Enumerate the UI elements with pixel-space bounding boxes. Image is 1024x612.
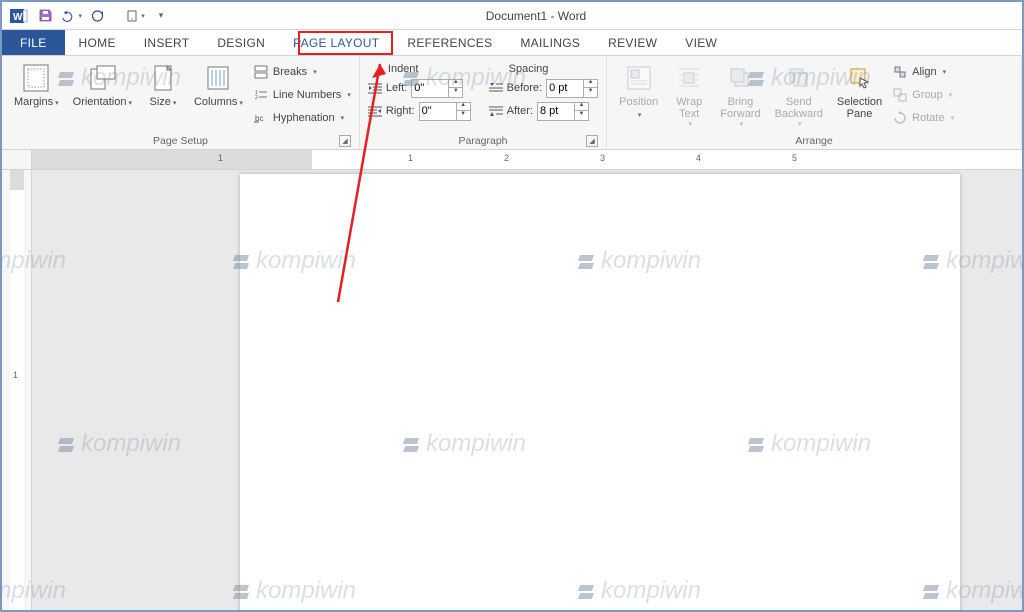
group-objects-button: Group▾ (892, 85, 954, 105)
save-icon[interactable] (34, 5, 56, 27)
tab-references[interactable]: REFERENCES (393, 30, 506, 55)
send-backward-icon (783, 62, 815, 94)
selection-pane-button[interactable]: Selection Pane (833, 60, 886, 122)
wrap-text-button: Wrap Text▾ (668, 60, 710, 130)
spacing-before-input[interactable]: ▲▼ (546, 79, 598, 98)
tab-design[interactable]: DESIGN (203, 30, 279, 55)
page-setup-dialog-launcher[interactable]: ◢ (339, 135, 351, 147)
tab-home[interactable]: HOME (65, 30, 130, 55)
page-setup-group-label: Page Setup◢ (10, 133, 351, 147)
indent-left-icon (368, 81, 382, 95)
touch-mode-icon[interactable]: ▾ (124, 5, 146, 27)
spin-down-icon[interactable]: ▼ (449, 88, 462, 97)
margins-button[interactable]: Margins▾ (10, 60, 63, 110)
spin-up-icon[interactable]: ▲ (449, 79, 462, 88)
rotate-icon (892, 110, 908, 126)
line-numbers-button[interactable]: 12Line Numbers▾ (253, 85, 351, 105)
spacing-before-label: Before: (507, 82, 542, 94)
ruler-corner (2, 150, 32, 169)
selection-pane-icon (844, 62, 876, 94)
vertical-ruler[interactable]: 1 (2, 170, 32, 610)
size-icon (147, 62, 179, 94)
spin-down-icon[interactable]: ▼ (457, 111, 470, 120)
word-app-icon[interactable]: W (8, 5, 30, 27)
orientation-icon (86, 62, 118, 94)
bring-forward-icon (724, 62, 756, 94)
columns-icon (202, 62, 234, 94)
group-arrange: Position▾ Wrap Text▾ Bring Forward▾ Send… (607, 56, 1022, 149)
tab-view[interactable]: VIEW (671, 30, 731, 55)
undo-icon[interactable]: ▾ (60, 5, 82, 27)
ribbon-tabs: FILE HOME INSERT DESIGN PAGE LAYOUT REFE… (2, 30, 1022, 56)
indent-right-input[interactable]: ▲▼ (419, 102, 471, 121)
spin-up-icon[interactable]: ▲ (575, 102, 588, 111)
window-title: Document1 - Word (176, 9, 896, 23)
breaks-icon (253, 64, 269, 80)
indent-heading: Indent (388, 60, 471, 78)
document-canvas[interactable] (32, 170, 1022, 610)
position-icon (623, 62, 655, 94)
paragraph-group-label: Paragraph◢ (368, 133, 598, 147)
quick-access-toolbar: W ▾ ▾ ▾ Document1 - Word (2, 2, 1022, 30)
spin-down-icon[interactable]: ▼ (584, 88, 597, 97)
ribbon: Margins▾ Orientation▾ Size▾ Columns▾ Bre… (2, 56, 1022, 150)
indent-right-label: Right: (386, 105, 415, 117)
tab-file[interactable]: FILE (2, 30, 65, 55)
indent-left-label: Left: (386, 82, 407, 94)
ruler-area: 1 1 2 3 4 5 (2, 150, 1022, 170)
line-numbers-icon: 12 (253, 87, 269, 103)
document-page[interactable] (240, 174, 960, 610)
spacing-after-icon (489, 104, 503, 118)
indent-right-icon (368, 104, 382, 118)
margins-icon (20, 62, 52, 94)
breaks-button[interactable]: Breaks▾ (253, 62, 351, 82)
paragraph-dialog-launcher[interactable]: ◢ (586, 135, 598, 147)
group-paragraph: Indent Left: ▲▼ Right: ▲▼ Spacing Before… (360, 56, 607, 149)
bring-forward-button: Bring Forward▾ (716, 60, 764, 130)
align-button[interactable]: Align▾ (892, 62, 954, 82)
spin-down-icon[interactable]: ▼ (575, 111, 588, 120)
group-page-setup: Margins▾ Orientation▾ Size▾ Columns▾ Bre… (2, 56, 360, 149)
group-icon (892, 87, 908, 103)
rotate-button: Rotate▾ (892, 108, 954, 128)
position-button: Position▾ (615, 60, 662, 122)
spacing-before-icon (489, 81, 503, 95)
align-icon (892, 64, 908, 80)
customize-qat-icon[interactable]: ▾ (150, 5, 172, 27)
tab-page-layout[interactable]: PAGE LAYOUT (279, 30, 393, 55)
spin-up-icon[interactable]: ▲ (584, 79, 597, 88)
document-area: 1 (2, 170, 1022, 610)
send-backward-button: Send Backward▾ (771, 60, 827, 130)
spacing-after-input[interactable]: ▲▼ (537, 102, 589, 121)
hyphenation-button[interactable]: bcHyphenation▾ (253, 108, 351, 128)
tab-insert[interactable]: INSERT (130, 30, 204, 55)
spin-up-icon[interactable]: ▲ (457, 102, 470, 111)
columns-button[interactable]: Columns▾ (190, 60, 247, 110)
svg-text:2: 2 (255, 95, 258, 101)
arrange-group-label: Arrange (615, 133, 1013, 147)
horizontal-ruler[interactable]: 1 1 2 3 4 5 (32, 150, 1022, 169)
size-button[interactable]: Size▾ (142, 60, 184, 110)
orientation-button[interactable]: Orientation▾ (69, 60, 136, 110)
spacing-heading: Spacing (509, 60, 598, 78)
redo-icon[interactable] (86, 5, 108, 27)
svg-text:W: W (13, 12, 23, 23)
spacing-after-label: After: (507, 105, 533, 117)
tab-mailings[interactable]: MAILINGS (506, 30, 594, 55)
tab-review[interactable]: REVIEW (594, 30, 671, 55)
hyphenation-icon: bc (253, 110, 269, 126)
indent-left-input[interactable]: ▲▼ (411, 79, 463, 98)
wrap-text-icon (673, 62, 705, 94)
